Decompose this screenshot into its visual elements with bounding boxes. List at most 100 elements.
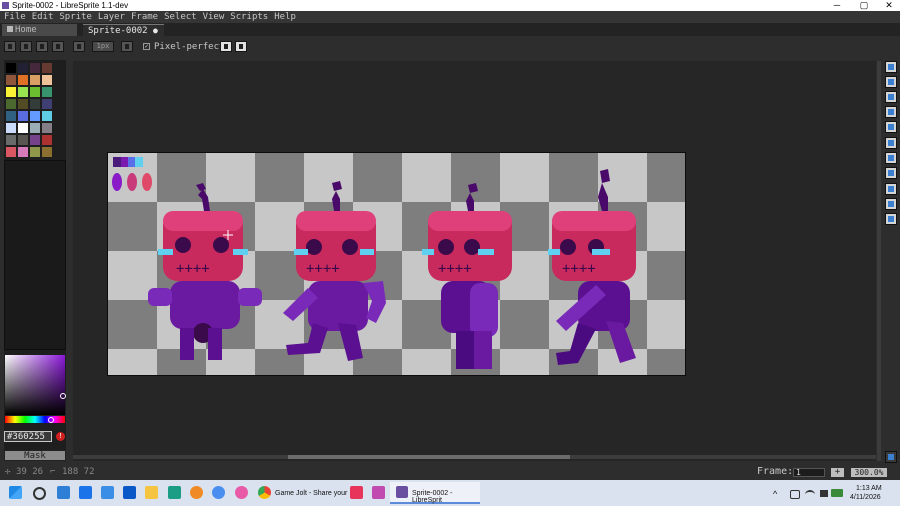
palette-swatch[interactable] (30, 87, 40, 97)
palette-swatch[interactable] (18, 99, 28, 109)
widgets-icon[interactable] (57, 486, 70, 499)
palette-swatch[interactable] (42, 87, 52, 97)
eyedropper-tool-button[interactable] (885, 106, 897, 118)
hue-slider[interactable] (5, 416, 65, 423)
rectangle-tool-button[interactable] (885, 183, 897, 195)
add-frame-button[interactable]: + (831, 468, 844, 477)
palette-swatch[interactable] (42, 123, 52, 133)
tab-home[interactable]: Home (2, 24, 77, 36)
taskbar-libresprite-item[interactable]: Sprite-0002 - LibreSprit (390, 482, 480, 504)
warning-icon[interactable]: ! (56, 432, 65, 441)
palette-swatch[interactable] (6, 123, 16, 133)
close-button[interactable]: ✕ (878, 0, 900, 11)
palette-swatch[interactable] (6, 111, 16, 121)
palette-swatch[interactable] (6, 63, 16, 73)
taskbar-gamejolt-label[interactable]: Game Jolt - Share your (275, 490, 347, 497)
palette-swatch[interactable] (6, 75, 16, 85)
pen-pressure-button[interactable] (235, 41, 247, 52)
clock-date[interactable]: 4/11/2026 (850, 494, 881, 501)
blender-icon[interactable] (190, 486, 203, 499)
palette-swatch[interactable] (30, 147, 40, 157)
palette-swatch[interactable] (30, 99, 40, 109)
palette-swatch[interactable] (18, 75, 28, 85)
brush-circle-button[interactable] (4, 41, 16, 52)
marquee-tool-button[interactable] (885, 61, 897, 73)
brush-type-button[interactable] (73, 41, 85, 52)
brush-angle-button[interactable] (121, 41, 133, 52)
frame-number-field[interactable]: 1 (793, 468, 825, 477)
palette-swatch[interactable] (6, 87, 16, 97)
app-icon-bug[interactable] (372, 486, 385, 499)
vertical-scrollbar[interactable] (877, 61, 881, 461)
file-explorer-icon[interactable] (145, 486, 158, 499)
volume-icon[interactable] (820, 490, 828, 497)
palette-swatch[interactable] (42, 147, 52, 157)
hex-color-field[interactable]: #360255 (4, 431, 52, 442)
brush-size-field[interactable]: 1px (92, 41, 114, 52)
menu-sprite[interactable]: Sprite (56, 11, 95, 23)
windows-start-icon[interactable] (9, 486, 22, 499)
horizontal-scroll-thumb[interactable] (288, 455, 570, 459)
chrome-icon[interactable] (258, 486, 271, 499)
palette-swatch[interactable] (42, 99, 52, 109)
blur-tool-button[interactable] (885, 198, 897, 210)
palette-swatch[interactable] (6, 147, 16, 157)
menu-frame[interactable]: Frame (128, 11, 161, 23)
brush-line-button[interactable] (36, 41, 48, 52)
mask-button[interactable]: Mask (4, 450, 66, 461)
clock-time[interactable]: 1:13 AM (856, 485, 882, 492)
menu-file[interactable]: File (0, 11, 29, 23)
palette-swatch[interactable] (30, 123, 40, 133)
tab-sprite-0002[interactable]: Sprite-0002 ● (83, 24, 164, 36)
palette-swatch[interactable] (6, 135, 16, 145)
menu-select[interactable]: Select (161, 11, 200, 23)
pen-icon[interactable] (790, 490, 800, 499)
menu-view[interactable]: View (200, 11, 228, 23)
palette-swatch[interactable] (18, 63, 28, 73)
pixel-perfect-checkbox[interactable]: ✓ (143, 43, 150, 50)
maximize-button[interactable]: ▢ (853, 0, 875, 11)
search-icon[interactable] (33, 487, 46, 500)
brush-options-button[interactable] (52, 41, 64, 52)
zoom-tool-button[interactable] (885, 121, 897, 133)
menu-layer[interactable]: Layer (95, 11, 128, 23)
palette-swatch[interactable] (42, 75, 52, 85)
minimize-button[interactable]: ─ (826, 0, 848, 11)
palette-swatch[interactable] (18, 111, 28, 121)
palette-swatch[interactable] (30, 111, 40, 121)
text-tool-button[interactable] (885, 213, 897, 225)
wifi-icon[interactable] (805, 490, 815, 499)
photos-icon[interactable] (101, 486, 114, 499)
palette-swatch[interactable] (42, 63, 52, 73)
timeline-toggle-button[interactable] (885, 451, 897, 463)
palette-swatch[interactable] (30, 63, 40, 73)
palette-swatch[interactable] (6, 99, 16, 109)
fill-tool-button[interactable] (885, 152, 897, 164)
store-icon[interactable] (123, 486, 136, 499)
palette-swatch[interactable] (42, 111, 52, 121)
app-icon-pinwheel[interactable] (235, 486, 248, 499)
palette-swatch[interactable] (18, 87, 28, 97)
mail-icon[interactable] (79, 486, 92, 499)
terminal-icon[interactable] (168, 486, 181, 499)
palette-swatch[interactable] (18, 123, 28, 133)
color-spectrum-picker[interactable] (5, 355, 66, 415)
palette-swatch[interactable] (42, 135, 52, 145)
tray-chevron-icon[interactable]: ^ (773, 489, 777, 499)
pencil-tool-button[interactable] (885, 76, 897, 88)
palette-swatch[interactable] (30, 75, 40, 85)
menu-edit[interactable]: Edit (29, 11, 57, 23)
palette-swatch[interactable] (18, 147, 28, 157)
move-tool-button[interactable] (885, 137, 897, 149)
ink-mode-button[interactable] (220, 41, 232, 52)
palette-swatch[interactable] (30, 135, 40, 145)
palette-swatch[interactable] (18, 135, 28, 145)
app-icon-u[interactable] (212, 486, 225, 499)
app-icon-shield[interactable] (350, 486, 363, 499)
battery-icon[interactable] (831, 489, 843, 497)
eraser-tool-button[interactable] (885, 91, 897, 103)
sprite-canvas[interactable]: ++++ ++++ ++++ ++++ (107, 152, 686, 376)
menu-scripts[interactable]: Scripts (227, 11, 271, 23)
line-tool-button[interactable] (885, 167, 897, 179)
menu-help[interactable]: Help (271, 11, 299, 23)
